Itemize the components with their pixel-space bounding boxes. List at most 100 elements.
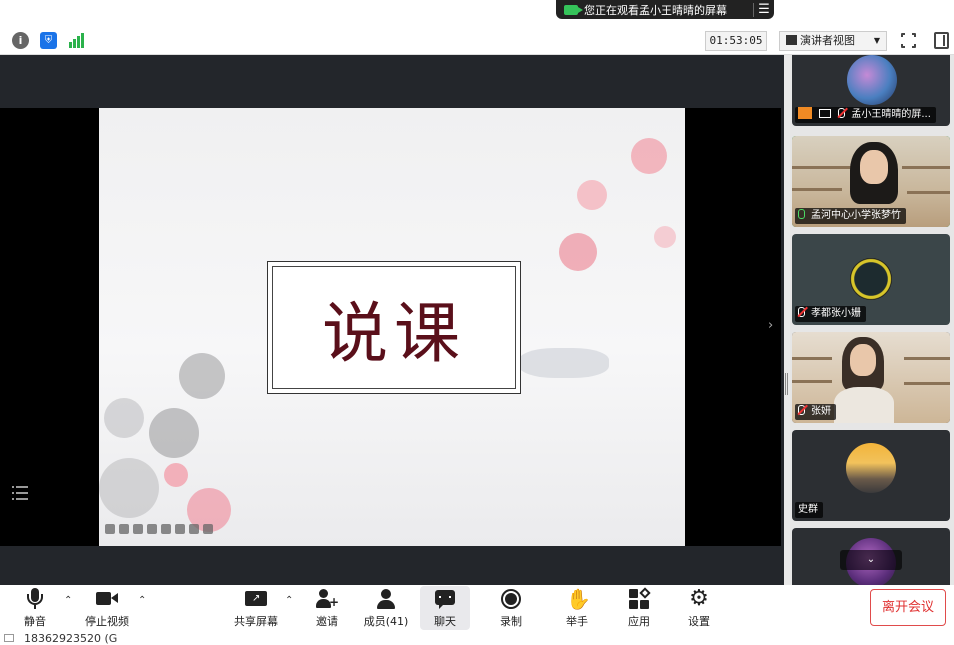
chevron-up-icon[interactable]: ⌃: [64, 595, 72, 606]
more-icon[interactable]: [189, 524, 199, 534]
blossom-decoration: [149, 408, 199, 458]
blossom-decoration: [99, 458, 159, 518]
participant-tile[interactable]: 孝都张小姗: [792, 234, 950, 325]
participant-tile[interactable]: 张妍: [792, 332, 950, 423]
participant-tile[interactable]: ⌄: [792, 528, 950, 585]
add-user-icon: +: [316, 588, 339, 610]
collapse-icon[interactable]: [203, 524, 213, 534]
members-label: 成员(41): [363, 615, 409, 628]
leave-meeting-button[interactable]: 离开会议: [870, 589, 946, 626]
status-text: 18362923520 (G: [24, 632, 118, 645]
apps-icon: [628, 587, 651, 610]
chevron-down-icon: ▼: [873, 36, 880, 45]
view-mode-label: 演讲者视图: [800, 34, 855, 47]
video-camera-icon: [96, 588, 118, 610]
share-screen-icon: [819, 109, 832, 118]
participant-tile[interactable]: 孟小王晴晴的屏...: [792, 55, 950, 126]
participant-name: 张妍: [811, 406, 831, 417]
info-icon[interactable]: i: [12, 32, 29, 49]
participant-name-tag: 孝都张小姗: [795, 306, 866, 322]
members-button[interactable]: 成员(41): [358, 586, 414, 630]
status-bar: 18362923520 (G: [4, 632, 117, 645]
avatar: [846, 443, 896, 493]
blossom-decoration: [631, 138, 667, 174]
participant-name: 孝都张小姗: [811, 308, 861, 319]
letterbox-left: [0, 108, 99, 546]
participant-tile[interactable]: 孟河中心小学张梦竹: [792, 136, 950, 227]
camera-icon[interactable]: [161, 524, 171, 534]
chat-icon: [434, 588, 456, 610]
record-icon: [500, 588, 522, 610]
list-icon[interactable]: [12, 485, 28, 501]
meeting-controls: 静音 ⌃ 停止视频 ⌃ ↗ 共享屏幕 ⌃ + 邀请 成员(41) 聊天 录制 ✋…: [0, 585, 954, 644]
blossom-decoration: [519, 348, 609, 378]
presentation-slide: 说课: [99, 108, 685, 546]
pen-icon[interactable]: [133, 524, 143, 534]
settings-label: 设置: [688, 615, 710, 628]
signal-strength-icon[interactable]: [68, 32, 85, 49]
shield-icon[interactable]: ⛨: [40, 32, 57, 49]
side-panel-icon[interactable]: [934, 32, 949, 49]
participant-gallery: 孟小王晴晴的屏... 孟河中心小学张梦竹 孝都张小姗 张妍 史群 ⌄: [790, 55, 954, 585]
chevron-up-icon[interactable]: ⌃: [138, 595, 146, 606]
stop-video-button[interactable]: 停止视频: [82, 586, 132, 630]
annotation-toolbar[interactable]: [103, 521, 236, 537]
pointer-icon[interactable]: [119, 524, 129, 534]
comment-icon[interactable]: [175, 524, 185, 534]
mute-label: 静音: [24, 615, 46, 628]
participant-name-tag: 孟河中心小学张梦竹: [795, 208, 906, 224]
avatar: [847, 55, 897, 105]
document-icon: [4, 634, 14, 642]
stop-video-label: 停止视频: [85, 615, 129, 628]
participant-name-tag: 孟小王晴晴的屏...: [795, 107, 936, 123]
person-icon: [798, 107, 812, 119]
chat-button[interactable]: 聊天: [420, 586, 470, 630]
sharing-banner-text: 您正在观看孟小王晴晴的屏幕: [584, 3, 727, 17]
raise-hand-button[interactable]: ✋ 举手: [552, 586, 602, 630]
blossom-decoration: [104, 398, 144, 438]
participant-name-tag: 史群: [795, 502, 823, 518]
participant-name: 史群: [798, 504, 818, 515]
share-screen-icon: ↗: [245, 588, 267, 610]
blossom-decoration: [164, 463, 188, 487]
speaker-view-icon: [786, 35, 797, 45]
apps-button[interactable]: 应用: [614, 586, 664, 630]
record-label: 录制: [500, 615, 522, 628]
blossom-decoration: [654, 226, 676, 248]
view-mode-dropdown[interactable]: 演讲者视图 ▼: [779, 31, 887, 51]
slide-title-frame: 说课: [267, 261, 521, 394]
fullscreen-icon[interactable]: [900, 32, 917, 49]
participant-name: 孟河中心小学张梦竹: [811, 210, 901, 221]
letterbox-right: [685, 108, 781, 546]
apps-label: 应用: [628, 615, 650, 628]
meeting-toolbar: i ⛨ 01:53:05 演讲者视图 ▼: [0, 26, 954, 55]
invite-label: 邀请: [316, 615, 338, 628]
gear-icon: ⚙: [689, 586, 709, 611]
close-icon[interactable]: [105, 524, 115, 534]
microphone-icon: [24, 588, 46, 610]
participant-tile[interactable]: 史群: [792, 430, 950, 521]
invite-button[interactable]: + 邀请: [302, 586, 352, 630]
video-camera-icon: [564, 4, 583, 15]
chat-label: 聊天: [434, 615, 456, 628]
settings-button[interactable]: ⚙ 设置: [674, 586, 724, 630]
share-screen-button[interactable]: ↗ 共享屏幕: [231, 586, 281, 630]
slide-title: 说课: [322, 294, 466, 372]
chevron-up-icon[interactable]: ⌃: [285, 595, 293, 606]
record-button[interactable]: 录制: [486, 586, 536, 630]
participant-name: 孟小王晴晴的屏...: [851, 109, 931, 120]
hand-icon: ✋: [566, 587, 591, 611]
capture-icon[interactable]: [147, 524, 157, 534]
sharing-banner: 您正在观看孟小王晴晴的屏幕 ☰: [556, 0, 774, 19]
muted-mic-icon: [798, 405, 805, 415]
chevron-right-icon[interactable]: ›: [768, 318, 773, 333]
chevron-down-icon[interactable]: ⌄: [840, 550, 902, 570]
blossom-decoration: [179, 353, 225, 399]
mic-icon: [798, 209, 805, 219]
avatar: [850, 258, 892, 300]
menu-icon[interactable]: ☰: [754, 2, 774, 17]
mute-button[interactable]: 静音: [10, 586, 60, 630]
raise-hand-label: 举手: [566, 615, 588, 628]
meeting-timer: 01:53:05: [705, 31, 767, 51]
members-icon: [375, 588, 397, 610]
